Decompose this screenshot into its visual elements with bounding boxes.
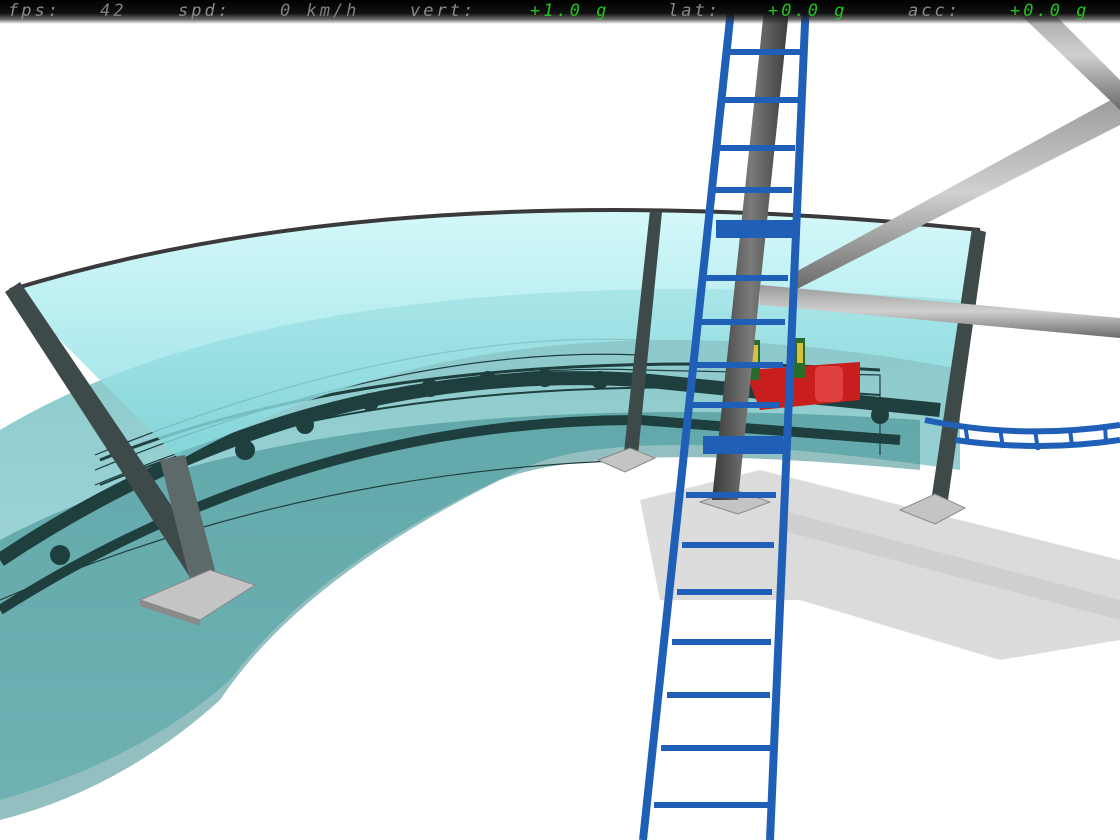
- spd-label: spd:: [178, 1, 231, 21]
- vert-value: +1.0 g: [530, 1, 610, 21]
- acc-label: acc:: [908, 1, 961, 21]
- coaster-3d-scene[interactable]: [0, 0, 1120, 840]
- fps-value: 42: [100, 1, 127, 21]
- lat-label: lat:: [668, 1, 721, 21]
- lat-value: +0.0 g: [768, 1, 848, 21]
- spd-value: 0 km/h: [280, 1, 360, 21]
- vert-label: vert:: [410, 1, 477, 21]
- acc-value: +0.0 g: [1010, 1, 1090, 21]
- fps-label: fps:: [8, 1, 61, 21]
- telemetry-hud: fps: 42 spd: 0 km/h vert: +1.0 g lat: +0…: [0, 0, 1120, 24]
